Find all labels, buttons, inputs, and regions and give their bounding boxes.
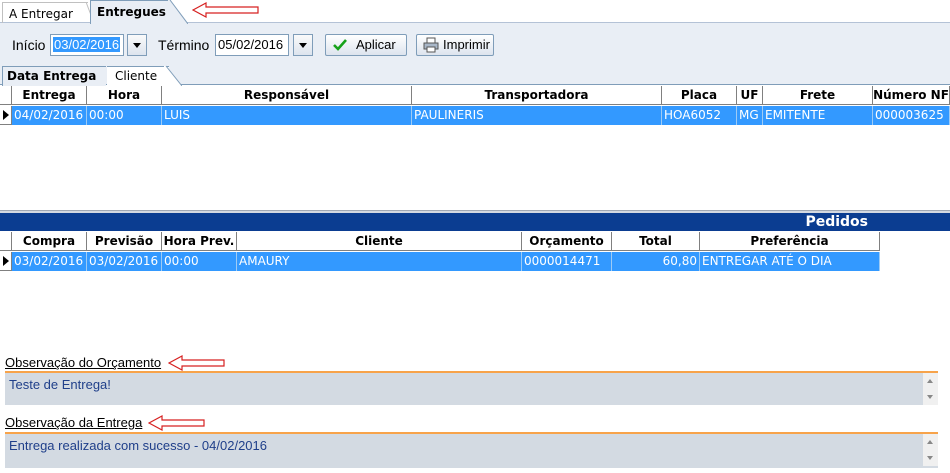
pedidos-header-row: Compra Previsão Hora Prev. Cliente Orçam… xyxy=(0,232,950,251)
row-indicator-arrow-icon xyxy=(0,252,12,271)
termino-dropdown-button[interactable] xyxy=(293,34,313,56)
col-uf[interactable]: UF xyxy=(737,86,763,105)
aplicar-button[interactable]: Aplicar xyxy=(325,34,407,56)
col-entrega[interactable]: Entrega xyxy=(12,86,87,105)
cell-placa[interactable]: HOA6052 xyxy=(662,106,737,125)
obs-entrega-scrollbar[interactable] xyxy=(923,434,938,466)
inicio-dropdown-button[interactable] xyxy=(127,34,147,56)
col-transportadora[interactable]: Transportadora xyxy=(412,86,662,105)
imprimir-label: Imprimir xyxy=(443,37,490,52)
col-previsao[interactable]: Previsão xyxy=(87,232,162,251)
cell-previsao[interactable]: 03/02/2016 xyxy=(87,252,162,271)
printer-icon xyxy=(423,37,439,53)
termino-label: Término xyxy=(158,37,210,53)
termino-date-value: 05/02/2016 xyxy=(218,37,284,52)
col-orcamento[interactable]: Orçamento xyxy=(522,232,612,251)
imprimir-button[interactable]: Imprimir xyxy=(416,34,494,56)
col-responsavel[interactable]: Responsável xyxy=(162,86,412,105)
pedidos-title-bar: Pedidos xyxy=(0,213,950,231)
entregas-grid: Entrega Hora Responsável Transportadora … xyxy=(0,86,950,210)
cell-hora[interactable]: 00:00 xyxy=(87,106,162,125)
table-row[interactable]: 03/02/2016 03/02/2016 00:00 AMAURY 00000… xyxy=(0,252,950,271)
tab-data-entrega[interactable]: Data Entrega xyxy=(2,66,106,86)
entregas-header-row: Entrega Hora Responsável Transportadora … xyxy=(0,86,950,105)
cell-total[interactable]: 60,80 xyxy=(612,252,700,271)
row-indicator-header xyxy=(0,232,12,251)
col-cliente[interactable]: Cliente xyxy=(237,232,522,251)
cell-responsavel[interactable]: LUIS xyxy=(162,106,412,125)
inicio-date-field[interactable]: 03/02/2016 xyxy=(50,34,124,56)
annotation-arrow-icon xyxy=(148,415,205,431)
cell-transportadora[interactable]: PAULINERIS xyxy=(412,106,662,125)
annotation-arrow-icon xyxy=(168,355,225,371)
scroll-down-icon[interactable] xyxy=(927,395,933,399)
tab-entregues-edge xyxy=(168,0,188,24)
cell-preferencia[interactable]: ENTREGAR ATÉ O DIA xyxy=(700,252,880,271)
cell-cliente[interactable]: AMAURY xyxy=(237,252,522,271)
cell-uf[interactable]: MG xyxy=(737,106,763,125)
checkmark-icon xyxy=(333,39,347,51)
aplicar-label: Aplicar xyxy=(356,37,396,52)
obs-orcamento-label: Observação do Orçamento xyxy=(5,355,162,370)
col-placa[interactable]: Placa xyxy=(662,86,737,105)
col-hora[interactable]: Hora xyxy=(87,86,162,105)
col-frete[interactable]: Frete xyxy=(763,86,873,105)
annotation-arrow-icon xyxy=(192,2,259,18)
scroll-down-icon[interactable] xyxy=(927,456,933,460)
cell-orcamento[interactable]: 0000014471 xyxy=(522,252,612,271)
cell-hora-prev[interactable]: 00:00 xyxy=(162,252,237,271)
cell-numero-nf[interactable]: 000003625 xyxy=(873,106,950,125)
table-row[interactable]: 04/02/2016 00:00 LUIS PAULINERIS HOA6052… xyxy=(0,106,950,125)
scroll-up-icon[interactable] xyxy=(927,379,933,383)
col-hora-prev[interactable]: Hora Prev. xyxy=(162,232,237,251)
col-total[interactable]: Total xyxy=(612,232,700,251)
col-compra[interactable]: Compra xyxy=(12,232,87,251)
cell-entrega[interactable]: 04/02/2016 xyxy=(12,106,87,125)
pedidos-grid: Compra Previsão Hora Prev. Cliente Orçam… xyxy=(0,232,950,350)
obs-orcamento-textarea[interactable]: Teste de Entrega! xyxy=(5,371,938,405)
obs-entrega-textarea[interactable]: Entrega realizada com sucesso - 04/02/20… xyxy=(5,432,938,468)
termino-date-field[interactable]: 05/02/2016 xyxy=(215,34,289,56)
cell-frete[interactable]: EMITENTE xyxy=(763,106,873,125)
tab-cliente-edge xyxy=(164,65,182,86)
tab-entregues[interactable]: Entregues xyxy=(90,0,170,24)
scroll-up-icon[interactable] xyxy=(927,440,933,444)
tab-cliente[interactable]: Cliente xyxy=(107,66,169,85)
obs-entrega-text: Entrega realizada com sucesso - 04/02/20… xyxy=(9,438,267,453)
cell-compra[interactable]: 03/02/2016 xyxy=(12,252,87,271)
col-preferencia[interactable]: Preferência xyxy=(700,232,880,251)
obs-orcamento-scrollbar[interactable] xyxy=(923,373,938,405)
inicio-date-value: 03/02/2016 xyxy=(53,37,121,52)
row-indicator-header xyxy=(0,86,12,105)
inicio-label: Início xyxy=(12,37,46,53)
tab-a-entregar[interactable]: A Entregar xyxy=(2,2,88,23)
obs-entrega-label: Observação da Entrega xyxy=(5,415,143,430)
row-indicator-arrow-icon xyxy=(0,106,12,125)
col-numero-nf[interactable]: Número NF xyxy=(873,86,950,105)
obs-orcamento-text: Teste de Entrega! xyxy=(9,377,111,392)
